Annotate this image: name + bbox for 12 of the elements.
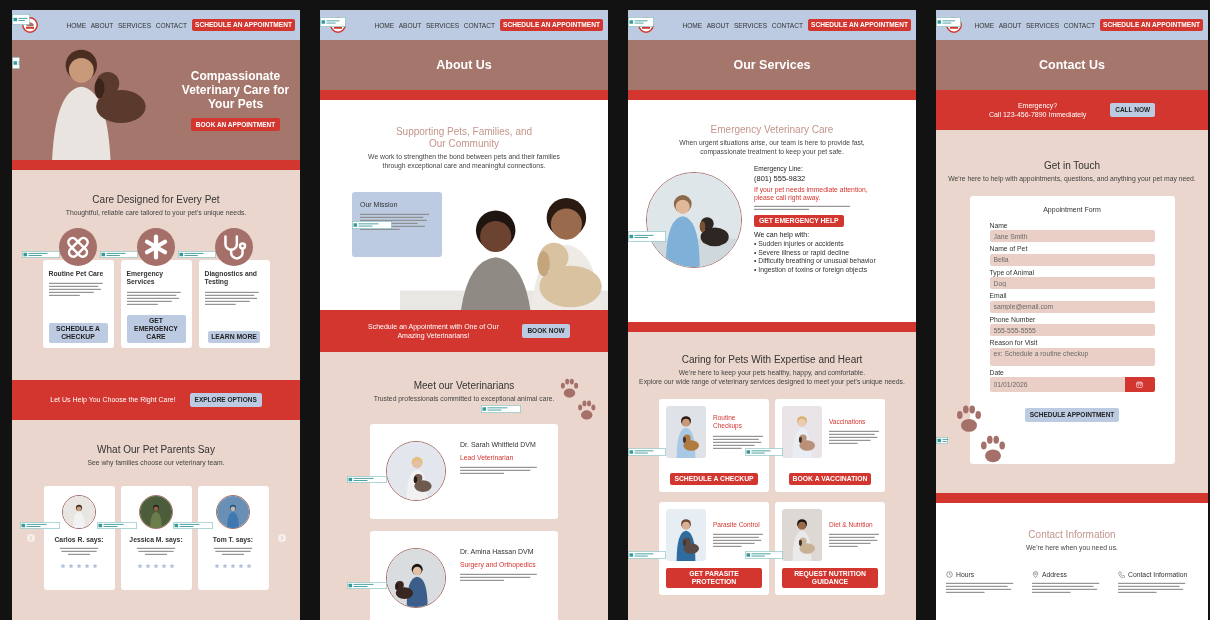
section-title: Contact Information	[1028, 529, 1116, 541]
page-title: Our Services	[733, 58, 811, 72]
section-title: Get in Touch	[1044, 160, 1100, 172]
page-title: Contact Us	[1039, 58, 1105, 72]
section-title: Caring for Pets With Expertise and Heart	[681, 354, 863, 366]
section-title: Meet our Veterinarians	[413, 380, 515, 392]
section-title: Emergency Veterinary Care	[710, 124, 834, 136]
hero-title: Compassionate Veterinary Care for Your Pets	[180, 68, 291, 111]
section-title: What Our Pet Parents Say	[97, 444, 215, 456]
section-title: Care Designed for Every Pet	[92, 194, 220, 206]
page-title: About Us	[436, 58, 492, 72]
section-title: Supporting Pets, Families, and Our Community	[394, 126, 534, 150]
